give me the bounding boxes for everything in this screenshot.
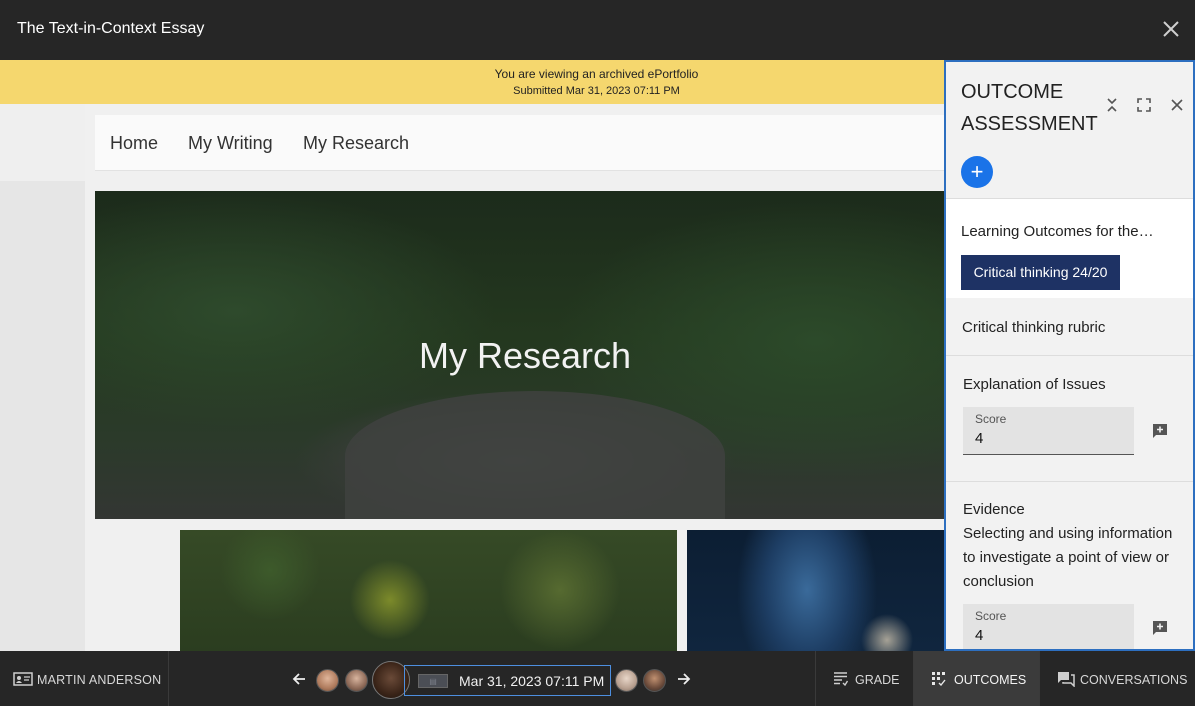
submission-thumbnail-icon: ▤ — [418, 674, 448, 688]
student-name: MARTIN ANDERSON — [37, 673, 162, 687]
avatar[interactable] — [345, 669, 368, 692]
portfolio-nav: Home My Writing My Research — [95, 115, 945, 171]
close-panel-icon[interactable] — [1169, 97, 1185, 113]
archived-banner: You are viewing an archived ePortfolio S… — [0, 60, 945, 104]
avatar[interactable] — [615, 669, 638, 692]
grade-icon — [834, 672, 848, 686]
tab-outcomes[interactable]: OUTCOMES — [913, 651, 1039, 706]
outcomes-icon — [932, 672, 946, 686]
criterion-description: Selecting and using information to inves… — [963, 525, 1173, 590]
score-field[interactable]: Score 4 — [963, 407, 1134, 455]
submission-date: Mar 31, 2023 07:11 PM — [459, 673, 605, 689]
add-outcome-button[interactable]: + — [961, 156, 993, 188]
collapse-icon[interactable] — [1104, 97, 1120, 113]
avatar[interactable] — [316, 669, 339, 692]
score-label: Score — [975, 412, 1007, 426]
outcome-chip[interactable]: Critical thinking 24/20 — [961, 255, 1120, 290]
archived-notice: You are viewing an archived ePortfolio — [494, 67, 699, 81]
criterion-name: Evidence — [963, 501, 1025, 518]
nav-home[interactable]: Home — [110, 133, 158, 154]
tab-label: GRADE — [855, 673, 900, 687]
nav-my-writing[interactable]: My Writing — [188, 133, 273, 154]
learning-outcomes-title: Learning Outcomes for the… — [961, 223, 1154, 240]
score-value[interactable]: 4 — [975, 430, 983, 447]
evaluation-bar: MARTIN ANDERSON ▤ Mar 31, 2023 07:11 PM … — [0, 651, 1195, 706]
score-label: Score — [975, 609, 1007, 623]
rubric-header: Critical thinking rubric — [946, 298, 1193, 356]
avatar[interactable] — [643, 669, 666, 692]
learning-outcomes-section: Learning Outcomes for the… Critical thin… — [946, 198, 1193, 298]
owl-thumbnail — [687, 530, 945, 651]
score-value[interactable]: 4 — [975, 627, 983, 644]
nav-my-research[interactable]: My Research — [303, 133, 409, 154]
tab-label: CONVERSATIONS — [1080, 673, 1188, 687]
score-field[interactable]: Score 4 — [963, 604, 1134, 649]
submission-date-selector[interactable]: ▤ Mar 31, 2023 07:11 PM — [404, 665, 611, 696]
window-title: The Text-in-Context Essay — [17, 20, 205, 37]
panel-title: OUTCOME ASSESSMENT — [961, 81, 1098, 135]
conversations-icon — [1058, 672, 1075, 687]
rubric-title: Critical thinking rubric — [962, 319, 1106, 336]
hero-heading: My Research — [418, 335, 632, 376]
eportfolio-view: Home My Writing My Research My Research — [85, 104, 945, 651]
tab-conversations[interactable]: CONVERSATIONS — [1039, 651, 1195, 706]
arrow-right-icon[interactable] — [676, 671, 692, 687]
left-gutter — [0, 104, 85, 651]
add-comment-icon[interactable] — [1151, 422, 1169, 440]
hero-image: My Research — [95, 191, 945, 519]
submitted-date: Submitted Mar 31, 2023 07:11 PM — [513, 85, 680, 97]
title-bar: The Text-in-Context Essay — [0, 0, 1195, 60]
fullscreen-icon[interactable] — [1136, 97, 1152, 113]
outcome-assessment-panel: OUTCOME ASSESSMENT + Learning Outcomes f… — [944, 60, 1195, 651]
criterion-explanation: Explanation of Issues Score 4 — [946, 356, 1193, 482]
tab-grade[interactable]: GRADE — [815, 651, 913, 706]
arrow-left-icon[interactable] — [291, 671, 307, 687]
user-card-icon — [13, 672, 33, 686]
close-icon[interactable] — [1160, 18, 1182, 40]
add-comment-icon[interactable] — [1151, 619, 1169, 637]
student-selector[interactable]: MARTIN ANDERSON — [0, 651, 169, 706]
forest-thumbnail — [180, 530, 677, 651]
criterion-name: Explanation of Issues — [963, 376, 1106, 393]
criterion-evidence: Evidence Selecting and using information… — [946, 482, 1193, 649]
tab-label: OUTCOMES — [954, 673, 1027, 687]
